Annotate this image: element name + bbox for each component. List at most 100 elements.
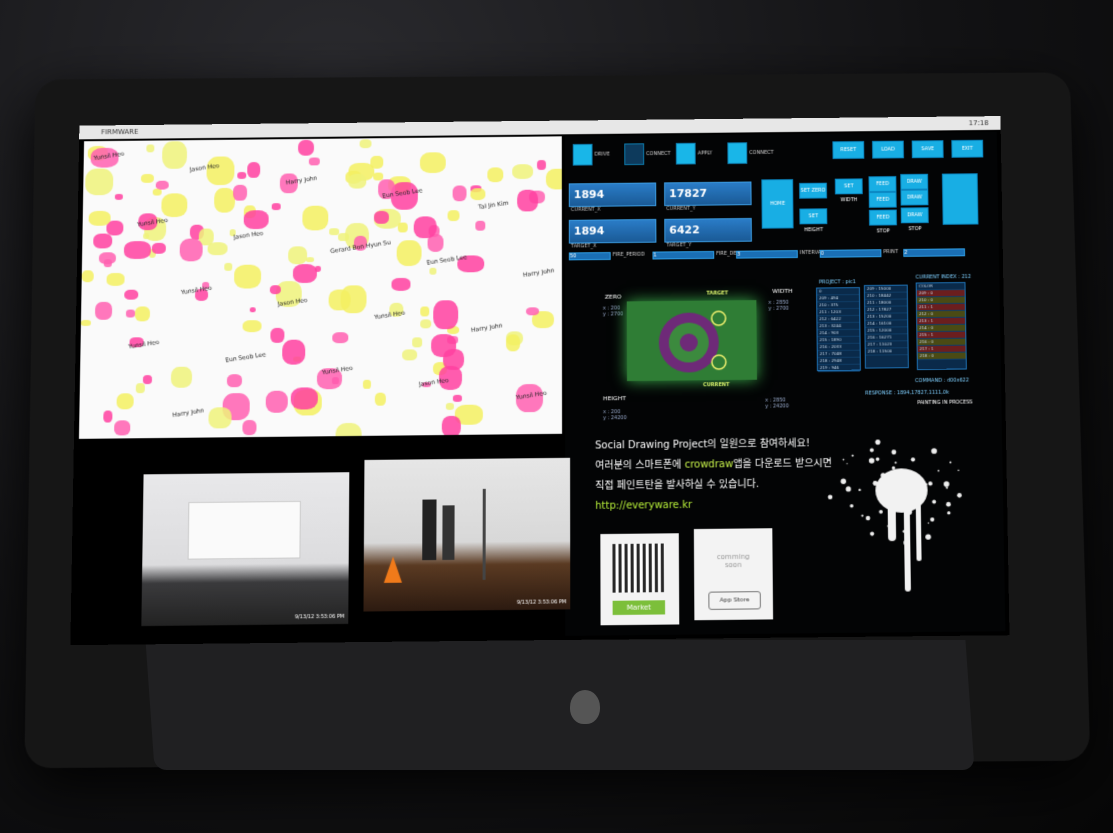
paint-blob — [161, 141, 187, 169]
paint-blob — [125, 309, 136, 318]
current-y-field[interactable]: 17827 — [664, 181, 752, 207]
painted-name-label: Tal Jin Kim — [478, 199, 510, 212]
paint-blob — [297, 139, 315, 157]
list-item[interactable]: 218 : 11500 — [865, 348, 908, 356]
paint-blob — [123, 241, 151, 259]
set-height-button[interactable]: SET HEIGHT — [799, 208, 828, 233]
feed-left-button[interactable]: FEED LEFT — [868, 176, 897, 201]
slider-fire-delay[interactable]: 1 — [652, 250, 715, 260]
paint-blob — [93, 233, 112, 249]
current-x-field[interactable]: 1894 — [568, 182, 657, 208]
paint-speck — [875, 457, 880, 462]
paint-blob — [470, 187, 486, 200]
feed-right-button[interactable]: FEED RIGHT — [868, 191, 897, 217]
slider-label: FIRE_PERIOD — [612, 251, 645, 258]
x-value-list[interactable]: 0 209 : 494 210 : 375 211 : 1203 212 : 6422 2… — [816, 287, 861, 373]
paint-blob — [206, 156, 235, 186]
command-text: COMMAND : d00x622 — [915, 377, 970, 385]
painted-name-label: Harry John — [470, 322, 503, 335]
draw-right-button[interactable]: DRAW RIGHT — [900, 189, 929, 214]
painted-name-label: Eun Seob Lee — [224, 351, 267, 365]
paint-speck — [949, 461, 952, 464]
slider-extra[interactable]: 2 — [903, 248, 966, 257]
paint-blob — [447, 210, 460, 222]
color-value-list[interactable]: COLOR 209 : 0 210 : 0 211 : 1 212 : 0 213 : 1… — [915, 282, 967, 371]
paint-gun-stand — [482, 488, 486, 580]
paint-blob — [412, 337, 422, 348]
paint-blob — [81, 319, 92, 327]
paint-blob — [214, 188, 235, 213]
set-zero-button[interactable]: SET ZERO — [799, 182, 828, 199]
checkbox-drive[interactable] — [572, 143, 593, 166]
checkbox-label: CONNECT — [749, 149, 774, 156]
paint-blob — [242, 420, 257, 436]
home-button[interactable]: HOME — [761, 179, 794, 229]
project-label: PROJECT : pic1 — [818, 279, 856, 286]
paint-blob — [116, 393, 134, 410]
paint-speck — [925, 534, 932, 540]
market-qr-card[interactable]: Market — [600, 533, 680, 626]
current-x-label: CURRENT_X — [570, 206, 601, 213]
paint-blob — [419, 319, 432, 329]
paint-blob — [146, 144, 155, 153]
feed-stop-button[interactable]: FEED STOP — [868, 209, 897, 234]
target-x-field[interactable]: 1894 — [568, 218, 657, 244]
paint-drip — [915, 490, 922, 562]
apple-logo — [570, 690, 600, 724]
paint-blob — [85, 168, 114, 196]
slider-fire-period[interactable]: 50 — [568, 252, 611, 261]
paint-blob — [335, 422, 362, 439]
paint-speck — [891, 466, 896, 470]
paint-blob — [233, 264, 261, 289]
joystick-button[interactable] — [941, 173, 979, 225]
target-canvas — [626, 300, 758, 382]
promo-url[interactable]: http://everyware.kr — [595, 494, 832, 517]
checkbox-connect[interactable] — [624, 143, 645, 166]
paint-speck — [846, 463, 848, 465]
paint-blob — [142, 374, 153, 385]
slider-interval[interactable]: 3 — [736, 250, 798, 259]
list-item[interactable]: 218 : 0 — [917, 352, 966, 361]
set-width-button[interactable]: SET WIDTH — [834, 178, 863, 203]
load-button[interactable]: LOAD — [872, 140, 904, 159]
paint-speck — [927, 522, 930, 524]
promo-text: Social Drawing Project의 일원으로 참여하세요! 여러분의… — [595, 434, 832, 517]
paint-speck — [931, 448, 937, 454]
end-coords: x : 2850 y : 24200 — [765, 397, 790, 410]
app-menu-title[interactable]: FIRMWARE — [101, 125, 138, 139]
paint-blob — [224, 263, 233, 272]
y-value-list[interactable]: 209 : 15000 210 : 18442 211 : 18000 212 : 1… — [863, 284, 909, 369]
paint-speck — [868, 457, 875, 464]
paint-blob — [208, 406, 232, 429]
current-index-label: CURRENT INDEX : 212 — [915, 274, 972, 281]
paint-blob — [134, 306, 151, 322]
checkbox-apply[interactable] — [675, 142, 696, 165]
coming-soon-text: comming soon — [716, 552, 750, 570]
paint-speck — [928, 481, 933, 486]
draw-stop-button[interactable]: DRAW STOP — [900, 207, 929, 232]
reset-button[interactable]: RESET — [832, 141, 865, 160]
checkbox-label: CONNECT — [646, 150, 671, 158]
target-graphic — [658, 300, 757, 373]
checkbox-connect[interactable] — [727, 142, 748, 165]
paint-blob — [452, 394, 462, 402]
draw-left-button[interactable]: DRAW LEFT — [900, 173, 929, 199]
paint-blob — [171, 366, 192, 388]
list-item[interactable]: 219 : 946 — [817, 364, 860, 373]
paint-blob — [246, 162, 261, 178]
paint-speck — [943, 481, 950, 487]
save-button[interactable]: SAVE — [911, 140, 944, 159]
paint-speck — [869, 531, 875, 536]
target-x-label: TARGET_X — [570, 243, 597, 250]
paint-blob — [442, 415, 462, 438]
target-y-label: TARGET_Y — [666, 242, 692, 249]
exit-button[interactable]: EXIT — [951, 139, 984, 158]
height-label: HEIGHT — [603, 395, 626, 403]
paint-blob — [243, 210, 270, 230]
app-store-badge: App Store — [708, 591, 761, 610]
current-y-label: CURRENT_Y — [666, 205, 696, 212]
slider-print[interactable]: 0 — [819, 249, 882, 258]
target-y-field[interactable]: 6422 — [664, 217, 752, 243]
app-store-card[interactable]: comming soon App Store — [693, 528, 774, 621]
paint-blob — [281, 339, 306, 365]
